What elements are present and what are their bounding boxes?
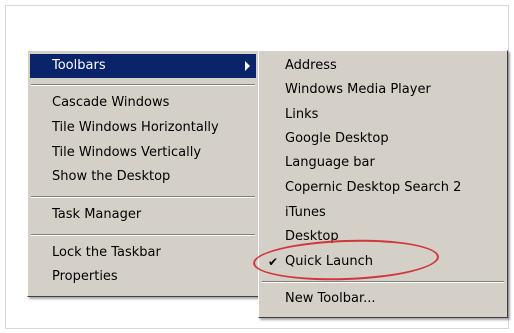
submenu-arrow-icon [245, 61, 250, 71]
menu-item-label: Lock the Taskbar [52, 245, 161, 260]
taskbar-context-menu: Toolbars Cascade Windows Tile Windows Ho… [27, 50, 259, 297]
menu-separator [31, 234, 255, 236]
submenu-item-copernic-desktop-search[interactable]: Copernic Desktop Search 2 [261, 176, 505, 200]
menu-item-label: Properties [52, 269, 118, 284]
menu-item-label: Task Manager [52, 207, 142, 222]
menu-item-task-manager[interactable]: Task Manager [30, 203, 256, 227]
submenu-item-new-toolbar[interactable]: New Toolbar... [261, 287, 505, 311]
submenu-item-label: Address [285, 58, 337, 73]
menu-item-label: Show the Desktop [52, 169, 171, 184]
menu-separator [31, 196, 255, 198]
submenu-item-itunes[interactable]: iTunes [261, 201, 505, 225]
menu-item-label: Tile Windows Horizontally [52, 120, 219, 135]
menu-item-label: Cascade Windows [52, 95, 170, 110]
submenu-item-label: Copernic Desktop Search 2 [285, 180, 462, 195]
menu-item-label: Toolbars [52, 58, 106, 73]
submenu-item-language-bar[interactable]: Language bar [261, 151, 505, 175]
menu-separator [31, 84, 255, 86]
submenu-item-google-desktop[interactable]: Google Desktop [261, 127, 505, 151]
submenu-item-windows-media-player[interactable]: Windows Media Player [261, 78, 505, 102]
menu-item-tile-horizontally[interactable]: Tile Windows Horizontally [30, 116, 256, 140]
menu-separator [262, 281, 504, 283]
submenu-item-address[interactable]: Address [261, 54, 505, 78]
menu-item-toolbars[interactable]: Toolbars [30, 54, 256, 78]
menu-item-cascade-windows[interactable]: Cascade Windows [30, 91, 256, 115]
submenu-item-label: New Toolbar... [285, 291, 376, 306]
submenu-item-label: Links [285, 107, 319, 122]
menu-item-show-desktop[interactable]: Show the Desktop [30, 165, 256, 189]
submenu-item-label: Google Desktop [285, 131, 389, 146]
submenu-item-label: Language bar [285, 155, 375, 170]
menu-item-properties[interactable]: Properties [30, 265, 256, 289]
submenu-item-links[interactable]: Links [261, 103, 505, 127]
menu-item-label: Tile Windows Vertically [52, 145, 202, 160]
submenu-item-label: Windows Media Player [285, 82, 431, 97]
menu-item-lock-taskbar[interactable]: Lock the Taskbar [30, 241, 256, 265]
menu-item-tile-vertically[interactable]: Tile Windows Vertically [30, 141, 256, 165]
submenu-item-label: iTunes [285, 205, 326, 220]
